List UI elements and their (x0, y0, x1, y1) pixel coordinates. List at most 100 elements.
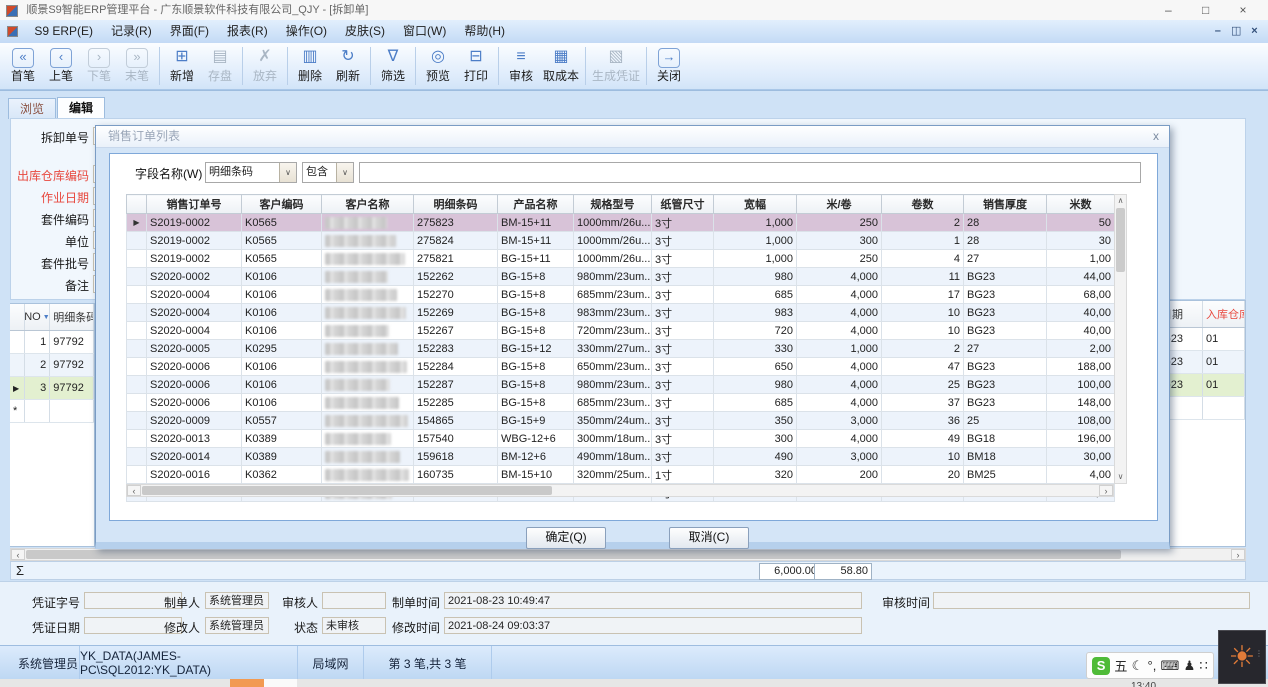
column-header-米数[interactable]: 米数 (1047, 195, 1115, 214)
left-grid-row[interactable]: 297792 (10, 354, 94, 377)
wubi-icon[interactable]: 五 (1114, 656, 1127, 675)
ok-button[interactable]: 确定(Q) (526, 527, 606, 549)
menu-item-1[interactable]: 记录(R) (102, 20, 161, 43)
mdi-minimize-button[interactable]: – (1210, 25, 1225, 37)
sales-order-row[interactable]: S2019-0002K0565275821BG-15+111000mm/26u.… (127, 250, 1115, 268)
punct-icon[interactable]: °, (1148, 658, 1157, 673)
right-grid-row[interactable]: 8-2301 (1158, 351, 1245, 374)
column-header-客户名称[interactable]: 客户名称 (322, 195, 414, 214)
barcode-column-header[interactable]: 明细条码 (50, 304, 94, 330)
toolbar-button-刷新[interactable]: ↻刷新 (329, 43, 367, 84)
filter-value-input[interactable] (359, 162, 1141, 183)
cell: BM-15+11 (498, 232, 574, 250)
dialog-close-icon[interactable]: x (1153, 126, 1159, 147)
column-header-明细条码[interactable]: 明细条码 (414, 195, 498, 214)
row-selector: ▶ (10, 377, 25, 399)
new-row[interactable]: * (10, 400, 94, 423)
column-header-销售厚度[interactable]: 销售厚度 (964, 195, 1047, 214)
scroll-right-icon[interactable]: › (1231, 549, 1245, 560)
menu-item-4[interactable]: 操作(O) (277, 20, 336, 43)
sales-order-row[interactable]: S2020-0014K0389159618BM-12+6490mm/18um..… (127, 448, 1115, 466)
mdi-close-button[interactable]: × (1247, 25, 1262, 37)
operator-select[interactable]: 包含 ∨ (302, 162, 354, 183)
scrollbar-thumb[interactable] (1116, 208, 1125, 272)
toolbar: «首笔‹上笔›下笔»末笔⊞新增▤存盘✗放弃▥删除↻刷新∇筛选◎预览⊟打印≡审核▦… (0, 43, 1268, 90)
no-column-header[interactable]: NO▼ (25, 304, 51, 330)
sales-order-row[interactable]: ▶S2019-0002K0565275823BM-15+111000mm/26u… (127, 214, 1115, 232)
toolbar-button-上笔[interactable]: ‹上笔 (42, 43, 80, 84)
column-header-卷数[interactable]: 卷数 (882, 195, 964, 214)
toolbar-button-删除[interactable]: ▥删除 (291, 43, 329, 84)
moon-icon[interactable]: ☾ (1132, 658, 1144, 674)
column-header-销售订单号[interactable]: 销售订单号 (147, 195, 242, 214)
sales-order-row[interactable]: S2020-0006K0106152285BG-15+8685mm/23um..… (127, 394, 1115, 412)
minimize-button[interactable]: – (1151, 0, 1185, 20)
app-taskbar-icon[interactable]: ☀ ⋮ (1218, 630, 1266, 684)
toolbar-button-关闭[interactable]: →关闭 (650, 43, 688, 84)
right-grid-row[interactable]: 8-2301 (1158, 328, 1245, 351)
sales-order-row[interactable]: S2020-0006K0106152284BG-15+8650mm/23um..… (127, 358, 1115, 376)
sales-order-row[interactable]: S2020-0005K0295152283BG-15+12330mm/27um.… (127, 340, 1115, 358)
tab-浏览[interactable]: 浏览 (8, 98, 56, 119)
no-cell: 1 (25, 331, 51, 353)
menu-item-6[interactable]: 窗口(W) (394, 20, 455, 43)
table-vertical-scrollbar[interactable]: ∧ ∨ (1114, 194, 1127, 484)
warehouse-column-header[interactable]: 入库仓库 (1203, 301, 1245, 327)
sales-order-row[interactable]: S2020-0009K0557154865BG-15+9350mm/24um..… (127, 412, 1115, 430)
sales-order-row[interactable]: S2020-0004K0106152269BG-15+8983mm/23um..… (127, 304, 1115, 322)
chevron-down-icon[interactable]: ∨ (336, 163, 353, 182)
sales-order-row[interactable]: S2019-0002K0565275824BM-15+111000mm/26u.… (127, 232, 1115, 250)
toolbar-button-预览[interactable]: ◎预览 (419, 43, 457, 84)
toolbar-button-打印[interactable]: ⊟打印 (457, 43, 495, 84)
sales-order-row[interactable]: S2020-0006K0106152287BG-15+8980mm/23um..… (127, 376, 1115, 394)
menu-item-0[interactable]: S9 ERP(E) (25, 20, 102, 43)
toolbar-button-首笔[interactable]: «首笔 (4, 43, 42, 84)
scroll-down-icon[interactable]: ∨ (1115, 471, 1126, 483)
close-button[interactable]: × (1226, 0, 1260, 20)
keyboard-icon[interactable]: ⌨ (1161, 658, 1180, 674)
tab-编辑[interactable]: 编辑 (57, 97, 105, 119)
squares-icon[interactable]: ∷ (1200, 658, 1208, 674)
scrollbar-thumb[interactable] (26, 550, 1121, 559)
cancel-button[interactable]: 取消(C) (669, 527, 749, 549)
menu-item-7[interactable]: 帮助(H) (455, 20, 514, 43)
menu-item-2[interactable]: 界面(F) (161, 20, 218, 43)
sales-order-row[interactable]: S2020-0004K0106152270BG-15+8685mm/23um..… (127, 286, 1115, 304)
person-icon[interactable]: ♟ (1184, 658, 1196, 674)
toolbar-button-取成本[interactable]: ▦取成本 (540, 43, 582, 84)
column-header-纸管尺寸[interactable]: 纸管尺寸 (652, 195, 714, 214)
table-horizontal-scrollbar[interactable]: ‹ › (126, 484, 1114, 497)
column-header-宽幅[interactable]: 宽幅 (714, 195, 797, 214)
menu-item-5[interactable]: 皮肤(S) (336, 20, 394, 43)
chevron-down-icon[interactable]: ∨ (279, 163, 296, 182)
mdi-restore-button[interactable]: ◫ (1229, 24, 1244, 37)
toolbar-button-筛选[interactable]: ∇筛选 (374, 43, 412, 84)
column-header-米/卷[interactable]: 米/卷 (797, 195, 882, 214)
scroll-left-icon[interactable]: ‹ (127, 485, 141, 496)
maximize-button[interactable]: □ (1189, 0, 1223, 20)
scrollbar-thumb[interactable] (142, 486, 552, 495)
column-header-规格型号[interactable]: 规格型号 (574, 195, 652, 214)
toolbar-button-新增[interactable]: ⊞新增 (163, 43, 201, 84)
toolbar-button-审核[interactable]: ≡审核 (502, 43, 540, 84)
column-header-客户编码[interactable]: 客户编码 (242, 195, 322, 214)
cell: 152283 (414, 340, 498, 358)
column-header-产品名称[interactable]: 产品名称 (498, 195, 574, 214)
left-grid-row[interactable]: 197792 (10, 331, 94, 354)
sales-order-row[interactable]: S2020-0013K0389157540WBG-12+6300mm/18um.… (127, 430, 1115, 448)
field-select[interactable]: 明细条码 ∨ (205, 162, 297, 183)
sales-order-row[interactable]: S2020-0016K0362160735BM-15+10320mm/25um.… (127, 466, 1115, 484)
sales-order-row[interactable]: S2020-0004K0106152267BG-15+8720mm/23um..… (127, 322, 1115, 340)
empty-row (1158, 397, 1245, 420)
scroll-left-icon[interactable]: ‹ (11, 549, 25, 560)
scroll-right-icon[interactable]: › (1099, 485, 1113, 496)
right-grid-row[interactable]: 8-2301 (1158, 374, 1245, 397)
menu-item-3[interactable]: 报表(R) (218, 20, 277, 43)
dialog-title-bar[interactable]: 销售订单列表 x (96, 126, 1169, 148)
sogou-icon[interactable]: S (1092, 657, 1110, 675)
生成凭证-icon: ▧ (592, 46, 640, 68)
sales-order-row[interactable]: S2020-0002K0106152262BG-15+8980mm/23um..… (127, 268, 1115, 286)
scroll-up-icon[interactable]: ∧ (1115, 195, 1126, 207)
toolbar-separator (370, 47, 371, 85)
left-grid-row[interactable]: ▶397792 (10, 377, 94, 400)
